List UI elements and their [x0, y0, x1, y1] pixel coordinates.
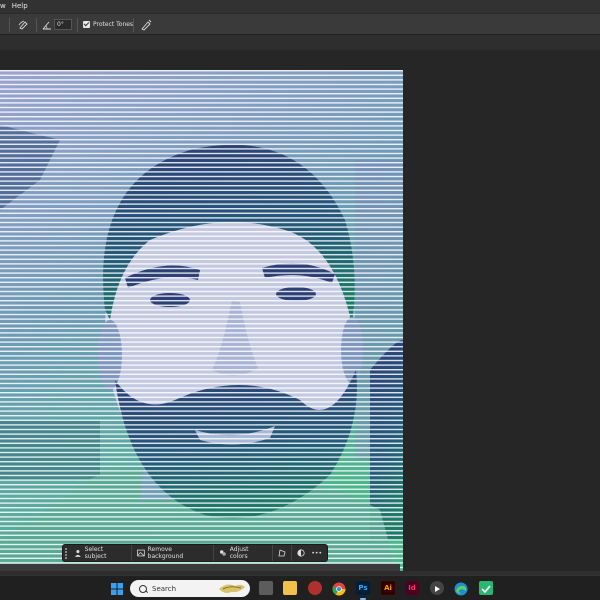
illustrator-icon[interactable]: Ai	[381, 581, 395, 595]
menu-bar: w Help	[0, 0, 600, 13]
adjust-colors-label: Adjust colors	[229, 546, 249, 560]
remove-background-label: Remove background	[147, 546, 184, 560]
search-highlight-icon	[219, 584, 245, 593]
security-app-icon[interactable]	[479, 581, 493, 595]
transform-button[interactable]	[273, 545, 293, 561]
color-circles-icon	[219, 550, 226, 556]
horizontal-scrollbar[interactable]	[0, 564, 400, 571]
menu-help[interactable]: Help	[12, 0, 28, 13]
transform-icon	[278, 549, 286, 557]
contextual-task-bar: Select subject Remove background Adjust …	[62, 544, 328, 562]
search-icon	[139, 584, 147, 593]
more-options-button[interactable]: •••	[307, 545, 327, 561]
task-view-icon[interactable]	[259, 581, 273, 595]
protect-tones-label: Protect Tones	[93, 21, 134, 28]
windows-taskbar: Search Ps Ai Id	[0, 575, 600, 600]
options-bar: 0° Protect Tones	[0, 13, 600, 35]
edge-icon[interactable]	[454, 581, 468, 596]
half-circle-icon	[297, 549, 305, 557]
photoshop-icon[interactable]: Ps	[356, 581, 370, 595]
image-icon	[136, 549, 145, 557]
options-separator	[133, 18, 134, 32]
remove-background-button[interactable]: Remove background	[132, 545, 214, 561]
angle-icon	[42, 18, 52, 31]
select-subject-label: Select subject	[84, 546, 107, 560]
document-tab-strip	[0, 35, 600, 50]
media-app-icon[interactable]	[308, 581, 322, 595]
search-label: Search	[152, 584, 177, 593]
windows-start-icon[interactable]	[110, 581, 124, 595]
angle-input[interactable]: 0°	[54, 19, 72, 30]
options-separator	[36, 18, 37, 32]
more-options-label: •••	[311, 549, 322, 557]
select-subject-button[interactable]: Select subject	[69, 545, 132, 561]
airbrush-icon[interactable]	[18, 18, 29, 31]
indesign-icon[interactable]: Id	[405, 581, 419, 595]
menu-window[interactable]: w	[0, 0, 6, 13]
canvas-area[interactable]	[0, 50, 600, 594]
pressure-icon[interactable]	[140, 18, 152, 31]
halftone-portrait	[0, 70, 403, 594]
options-separator	[9, 18, 10, 32]
options-separator	[77, 18, 78, 32]
protect-tones-option[interactable]: Protect Tones	[83, 18, 133, 31]
mask-button[interactable]	[292, 545, 307, 561]
protect-tones-checkbox[interactable]	[83, 21, 90, 28]
taskbar-search-box[interactable]: Search	[130, 580, 250, 597]
person-icon	[74, 549, 81, 557]
file-explorer-icon[interactable]	[283, 581, 297, 595]
media-player-icon[interactable]	[430, 581, 444, 595]
chrome-icon[interactable]	[332, 581, 346, 596]
adjust-colors-button[interactable]: Adjust colors	[214, 545, 274, 561]
document-image[interactable]	[0, 70, 403, 594]
